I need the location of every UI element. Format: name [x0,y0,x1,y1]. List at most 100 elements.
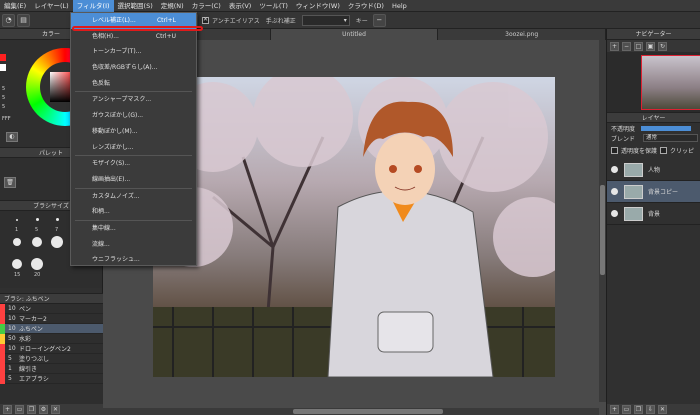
filter-menu-item[interactable]: 色反転 [71,76,196,92]
filter-menu-item[interactable]: モザイク(S)... [71,156,196,172]
opacity-slider[interactable] [641,125,692,131]
filter-menu-item[interactable]: 色収差/RGBずらし(A)... [71,60,196,76]
menu-select[interactable]: 選択範囲(S) [114,0,157,12]
chevron-down-icon: ▾ [343,16,347,24]
color-swatch[interactable] [0,64,6,71]
menu-view[interactable]: 表示(V) [225,0,256,12]
fit-icon[interactable]: □ [634,41,643,51]
visibility-eye-icon[interactable] [611,166,618,173]
tab-untitled[interactable]: Untitled [270,29,439,40]
brush-size-dot[interactable] [56,218,59,221]
merge-icon[interactable]: ⇩ [646,405,655,414]
layer-row[interactable]: 背景 [607,203,700,225]
brush-list-item[interactable]: 5 エアブラシ [0,373,103,384]
filter-menu-item[interactable]: トーンカーブ(T)... [71,44,196,60]
brush-list-item[interactable]: 5 塗りつぶし [0,353,103,364]
new-brush-icon[interactable]: + [3,405,12,414]
brush-size-dot[interactable] [32,237,42,247]
delete-icon[interactable]: ✕ [51,405,60,414]
brush-size-label: 15 [14,272,21,278]
brush-list-item[interactable]: 10 ふちペン [0,323,103,334]
scroll-thumb[interactable] [600,185,605,275]
brush-size-label: 20 [34,272,41,278]
brush-size-value: 5 [8,375,12,382]
zoom-out-icon[interactable]: − [622,41,631,51]
clip-checkbox[interactable] [660,146,668,154]
filter-menu-item[interactable]: ガウスぼかし(G)... [71,108,196,124]
protect-checkbox[interactable] [611,146,618,154]
menu-cloud[interactable]: クラウド(D) [344,0,388,12]
filter-menu-item[interactable]: レンズぼかし... [71,140,196,156]
visibility-eye-icon[interactable] [611,188,618,195]
menu-item-label: 色相(H)... [92,32,119,40]
settings-icon[interactable]: ⚙ [39,405,48,414]
visibility-eye-icon[interactable] [611,210,618,217]
blend-select[interactable]: 通常 [643,134,699,142]
folder-icon[interactable]: ▭ [15,405,24,414]
canvas-artwork[interactable] [153,77,555,377]
filter-menu-item[interactable]: 和柄... [71,204,196,220]
speech-bubble-icon[interactable]: ◔ [2,13,15,27]
brush-size-dot[interactable] [12,259,22,269]
minus-icon[interactable]: − [372,13,386,27]
actual-size-icon[interactable]: ▣ [646,41,655,51]
stabilizer-select[interactable]: ▾ [301,14,350,26]
filter-menu-item[interactable]: ウニフラッシュ... [71,252,196,268]
layer-row[interactable]: 人物 [607,159,700,181]
clip-label: クリッピ [670,147,695,155]
menu-item-label: アンシャープマスク... [92,96,152,104]
brush-name: ドローイングペン2 [19,346,71,353]
navigator-preview[interactable] [607,52,700,112]
brush-list-item[interactable]: 10 ドローイングペン2 [0,343,103,354]
color-swatch[interactable] [0,54,6,61]
menu-window[interactable]: ウィンドウ(W) [292,0,344,12]
menu-layer[interactable]: レイヤー(L) [30,0,73,12]
layer-row[interactable]: 背景コピー [607,181,700,203]
vertical-scrollbar[interactable] [599,40,606,402]
brush-size-dot[interactable] [31,258,43,270]
zoom-in-icon[interactable]: + [610,41,619,51]
antialias-checkbox[interactable]: ✕ [202,16,209,24]
eyedropper-icon[interactable]: ◐ [6,132,18,142]
brush-size-value: 50 [8,335,16,342]
brush-size-dot[interactable] [16,219,18,221]
brush-panel-title: ブラシ: ふちペン [0,293,103,304]
filter-menu-item[interactable]: 移動ぼかし(M)... [71,124,196,140]
blend-label: ブレンド [611,135,636,143]
filter-menu-item[interactable]: 集中線... [71,221,196,237]
brush-list-item[interactable]: 10 ペン [0,303,103,314]
filter-menu-item[interactable]: 色相(H)... Ctrl+U [71,29,196,45]
copy-icon[interactable]: ❐ [27,405,36,414]
color-value: 5 [2,104,6,110]
brush-list-item[interactable]: 10 マーカー2 [0,313,103,324]
brush-size-label: 7 [55,227,59,233]
layer-panel-title: レイヤー [607,112,700,123]
trash-icon[interactable]: 🗑 [4,177,16,188]
brush-list-item[interactable]: 50 水彩 [0,333,103,344]
copy-icon[interactable]: ❐ [634,405,643,414]
filter-menu-item[interactable]: カスタムノイズ... [71,189,196,205]
scroll-thumb[interactable] [293,409,443,414]
tab-3oozei-png[interactable]: 3oozei.png [438,29,607,40]
filter-menu-item[interactable]: アンシャープマスク... [71,92,196,108]
menu-tool[interactable]: ツール(T) [255,0,292,12]
menu-ruler[interactable]: 定規(N) [157,0,188,12]
menu-help[interactable]: Help [388,0,411,12]
brush-size-dot[interactable] [51,236,63,248]
brush-size-dot[interactable] [36,218,39,221]
delete-icon[interactable]: ✕ [658,405,667,414]
menu-filter[interactable]: フィルタ(I) [72,0,114,12]
filter-menu-item[interactable]: 流線... [71,237,196,253]
filter-menu-item[interactable]: 線画抽出(E)... [71,172,196,188]
menu-color[interactable]: カラー(C) [188,0,225,12]
horizontal-scrollbar[interactable] [103,408,599,415]
brush-list-item[interactable]: 1 線引き [0,363,103,374]
folder-icon[interactable]: ▭ [622,405,631,414]
menu-edit[interactable]: 編集(E) [0,0,30,12]
stabilizer-label: 手ぶれ補正 [265,17,296,25]
comment-icon[interactable]: ▤ [17,13,30,27]
new-layer-icon[interactable]: + [610,405,619,414]
artwork-illustration [153,77,555,377]
brush-size-dot[interactable] [13,238,21,246]
rotate-icon[interactable]: ↻ [658,41,667,51]
